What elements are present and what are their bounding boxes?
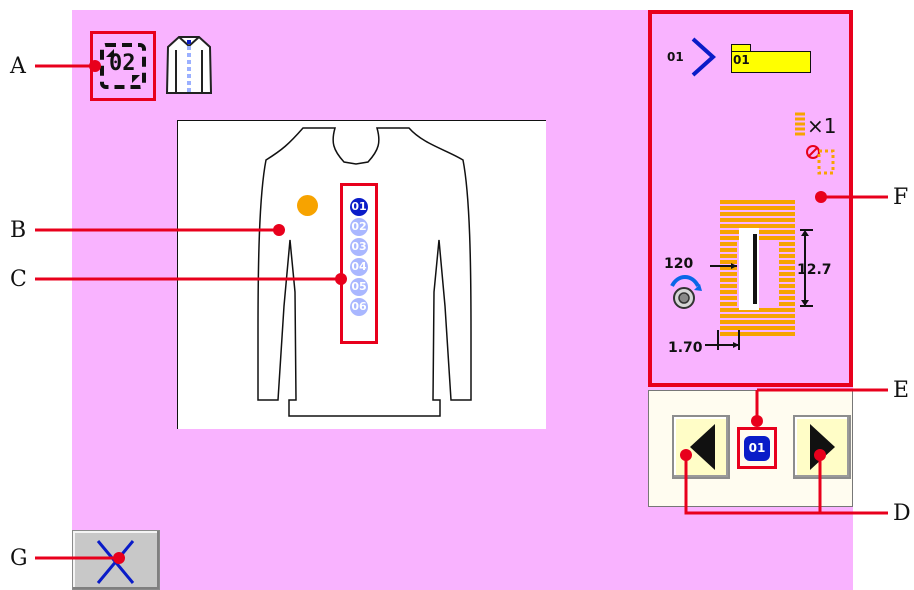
callout-label-c: C	[10, 267, 27, 292]
callout-label-b: B	[10, 218, 27, 243]
callout-label-f: F	[893, 185, 909, 210]
callout-label-a: A	[10, 54, 26, 79]
callout-label-d: D	[893, 501, 911, 526]
callout-label-g: G	[10, 546, 28, 571]
callout-lines	[35, 60, 888, 564]
callout-label-e: E	[893, 378, 910, 403]
